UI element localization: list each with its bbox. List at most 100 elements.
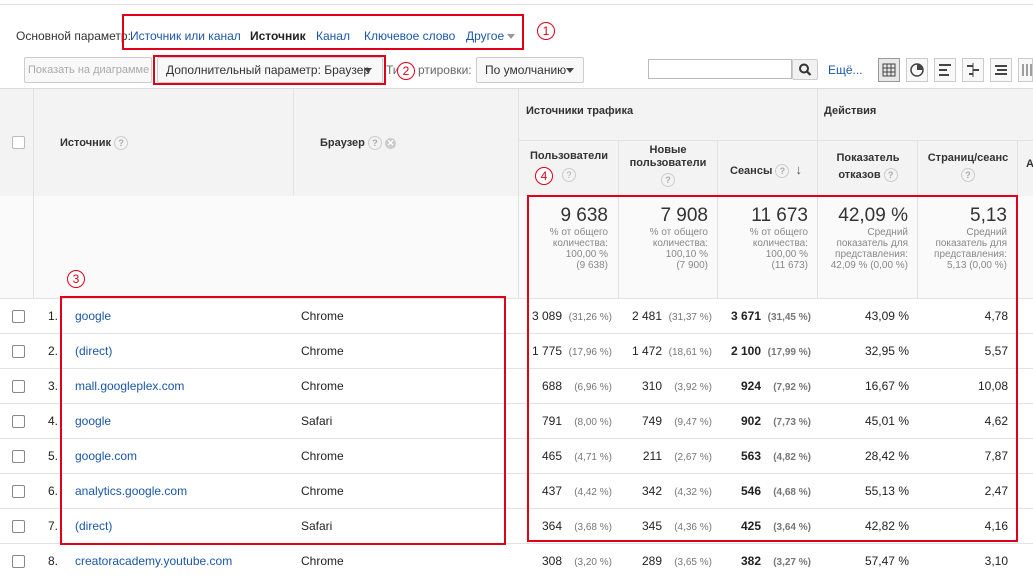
view-term-cloud-button[interactable] [990, 58, 1012, 82]
row-checkbox[interactable] [12, 345, 25, 358]
sessions-cell-value: 382 [740, 554, 761, 568]
row-index: 7. [48, 519, 59, 533]
table-row: 8. creatoracademy.youtube.com Chrome 308 (3,… [0, 543, 1033, 579]
users-cell: 465 (4,71 %) [522, 449, 612, 463]
search-input[interactable] [648, 59, 792, 79]
sessions-cell: 902 (7,73 %) [719, 414, 811, 428]
users-cell-value: 465 [541, 449, 562, 463]
total-pages-note4: 5,13 (0,00 %) [946, 260, 1007, 271]
row-checkbox[interactable] [12, 450, 25, 463]
primary-dim-source-medium[interactable]: Источник или канал [130, 29, 241, 43]
source-link[interactable]: google [75, 309, 290, 323]
primary-dim-keyword[interactable]: Ключевое слово [364, 29, 455, 43]
total-sessions-note1: % от общего [749, 227, 808, 238]
secondary-dimension-dropdown[interactable]: Дополнительный параметр: Браузер [157, 57, 383, 83]
comparison-icon [967, 63, 979, 77]
annotation-badge-1: 1 [537, 22, 555, 40]
primary-dim-other[interactable]: Другое [466, 29, 516, 43]
sessions-cell: 924 (7,92 %) [719, 379, 811, 393]
sort-type-dropdown[interactable]: По умолчанию [476, 57, 584, 83]
top-divider [0, 4, 1033, 5]
users-cell-percent: (8,00 %) [574, 417, 612, 428]
chevron-down-icon [507, 34, 516, 40]
pages-per-session-cell: 3,10 [984, 554, 1008, 568]
new-users-cell-percent: (4,36 %) [674, 522, 712, 533]
column-source[interactable]: Источник ? [60, 136, 129, 150]
total-users-value: 9 638 [560, 205, 608, 226]
column-sessions[interactable]: Сеансы ? ↓ [730, 162, 802, 179]
row-checkbox[interactable] [12, 380, 25, 393]
table-row: 5. google.com Chrome 465 (4,71 %) 211 (2,67 %)… [0, 438, 1033, 474]
row-index: 4. [48, 414, 59, 428]
source-link[interactable]: (direct) [75, 344, 290, 358]
advanced-search-link[interactable]: Ещё... [828, 63, 863, 77]
pages-per-session-cell: 5,57 [984, 344, 1008, 358]
row-checkbox[interactable] [12, 520, 25, 533]
plot-rows-button[interactable]: Показать на диаграмме [24, 57, 152, 83]
users-cell-percent: (6,96 %) [574, 382, 612, 393]
help-icon: ? [562, 168, 576, 182]
column-source-label: Источник [60, 136, 112, 149]
view-pivot-button[interactable] [1018, 58, 1033, 82]
source-link[interactable]: google [75, 414, 290, 428]
sessions-cell-percent: (7,73 %) [773, 417, 811, 428]
column-pages-per-session[interactable]: Страниц/сеанс? [924, 150, 1012, 184]
bounce-rate-cell: 28,42 % [864, 449, 909, 463]
column-new-users[interactable]: Новые пользователи? [624, 144, 712, 187]
source-link[interactable]: analytics.google.com [75, 484, 290, 498]
new-users-cell: 2 481 (31,37 %) [620, 309, 712, 323]
total-bounce-note2: показатель для [836, 238, 908, 249]
view-comparison-button[interactable] [962, 58, 984, 82]
column-pages-label: Страниц/сеанс [927, 152, 1009, 164]
source-link[interactable]: creatoracademy.youtube.com [75, 554, 290, 568]
column-next-partial[interactable]: А [1026, 158, 1033, 170]
help-icon: ? [775, 164, 790, 179]
new-users-cell-percent: (9,47 %) [674, 417, 712, 428]
new-users-cell-value: 1 472 [631, 344, 662, 358]
source-link[interactable]: mall.googleplex.com [75, 379, 290, 393]
sessions-cell: 382 (3,27 %) [719, 554, 811, 568]
new-users-cell-value: 345 [641, 519, 662, 533]
primary-dim-source[interactable]: Источник [250, 29, 306, 43]
view-performance-button[interactable] [934, 58, 956, 82]
row-checkbox[interactable] [12, 415, 25, 428]
primary-dim-medium[interactable]: Канал [316, 29, 350, 43]
total-pages-value: 5,13 [970, 205, 1007, 226]
users-cell: 688 (6,96 %) [522, 379, 612, 393]
browser-name: Safari [301, 519, 333, 533]
users-cell-value: 3 089 [531, 309, 562, 323]
search-button[interactable] [792, 59, 818, 80]
sessions-cell-percent: (3,64 %) [773, 522, 811, 533]
select-all-checkbox[interactable] [12, 136, 25, 149]
pages-per-session-cell: 4,16 [984, 519, 1008, 533]
pages-per-session-cell: 4,78 [984, 309, 1008, 323]
total-new-users: 7 908 % от общего количества: 100,10 % (… [622, 205, 708, 271]
grid-icon [882, 63, 896, 77]
column-bounce-line1: Показатель [836, 152, 900, 164]
browser-name: Safari [301, 414, 333, 428]
sessions-cell: 546 (4,68 %) [719, 484, 811, 498]
total-bounce-note1: Средний [867, 227, 908, 238]
total-users-note2: количества: [552, 238, 608, 249]
primary-dim-other-label[interactable]: Другое [466, 29, 504, 43]
source-link[interactable]: (direct) [75, 519, 290, 533]
column-new-users-line2: пользователи [629, 157, 707, 169]
users-cell-percent: (17,96 %) [568, 347, 612, 358]
bounce-rate-cell: 16,67 % [864, 379, 909, 393]
new-users-cell-percent: (31,37 %) [668, 312, 712, 323]
remove-dimension-icon[interactable]: ✕ [385, 137, 397, 149]
row-checkbox[interactable] [12, 555, 25, 568]
new-users-cell: 345 (4,36 %) [620, 519, 712, 533]
view-table-button[interactable] [878, 58, 900, 82]
column-users[interactable]: Пользователи [530, 150, 608, 162]
view-pie-button[interactable] [906, 58, 928, 82]
source-link[interactable]: google.com [75, 449, 290, 463]
users-cell: 364 (3,68 %) [522, 519, 612, 533]
column-bounce-rate[interactable]: Показатель отказов ? [824, 150, 912, 184]
browser-name: Chrome [301, 309, 344, 323]
row-checkbox[interactable] [12, 310, 25, 323]
row-checkbox[interactable] [12, 485, 25, 498]
column-browser[interactable]: Браузер ? ✕ [320, 136, 397, 150]
users-cell-percent: (4,71 %) [574, 452, 612, 463]
sort-type-value: По умолчанию [485, 63, 567, 77]
